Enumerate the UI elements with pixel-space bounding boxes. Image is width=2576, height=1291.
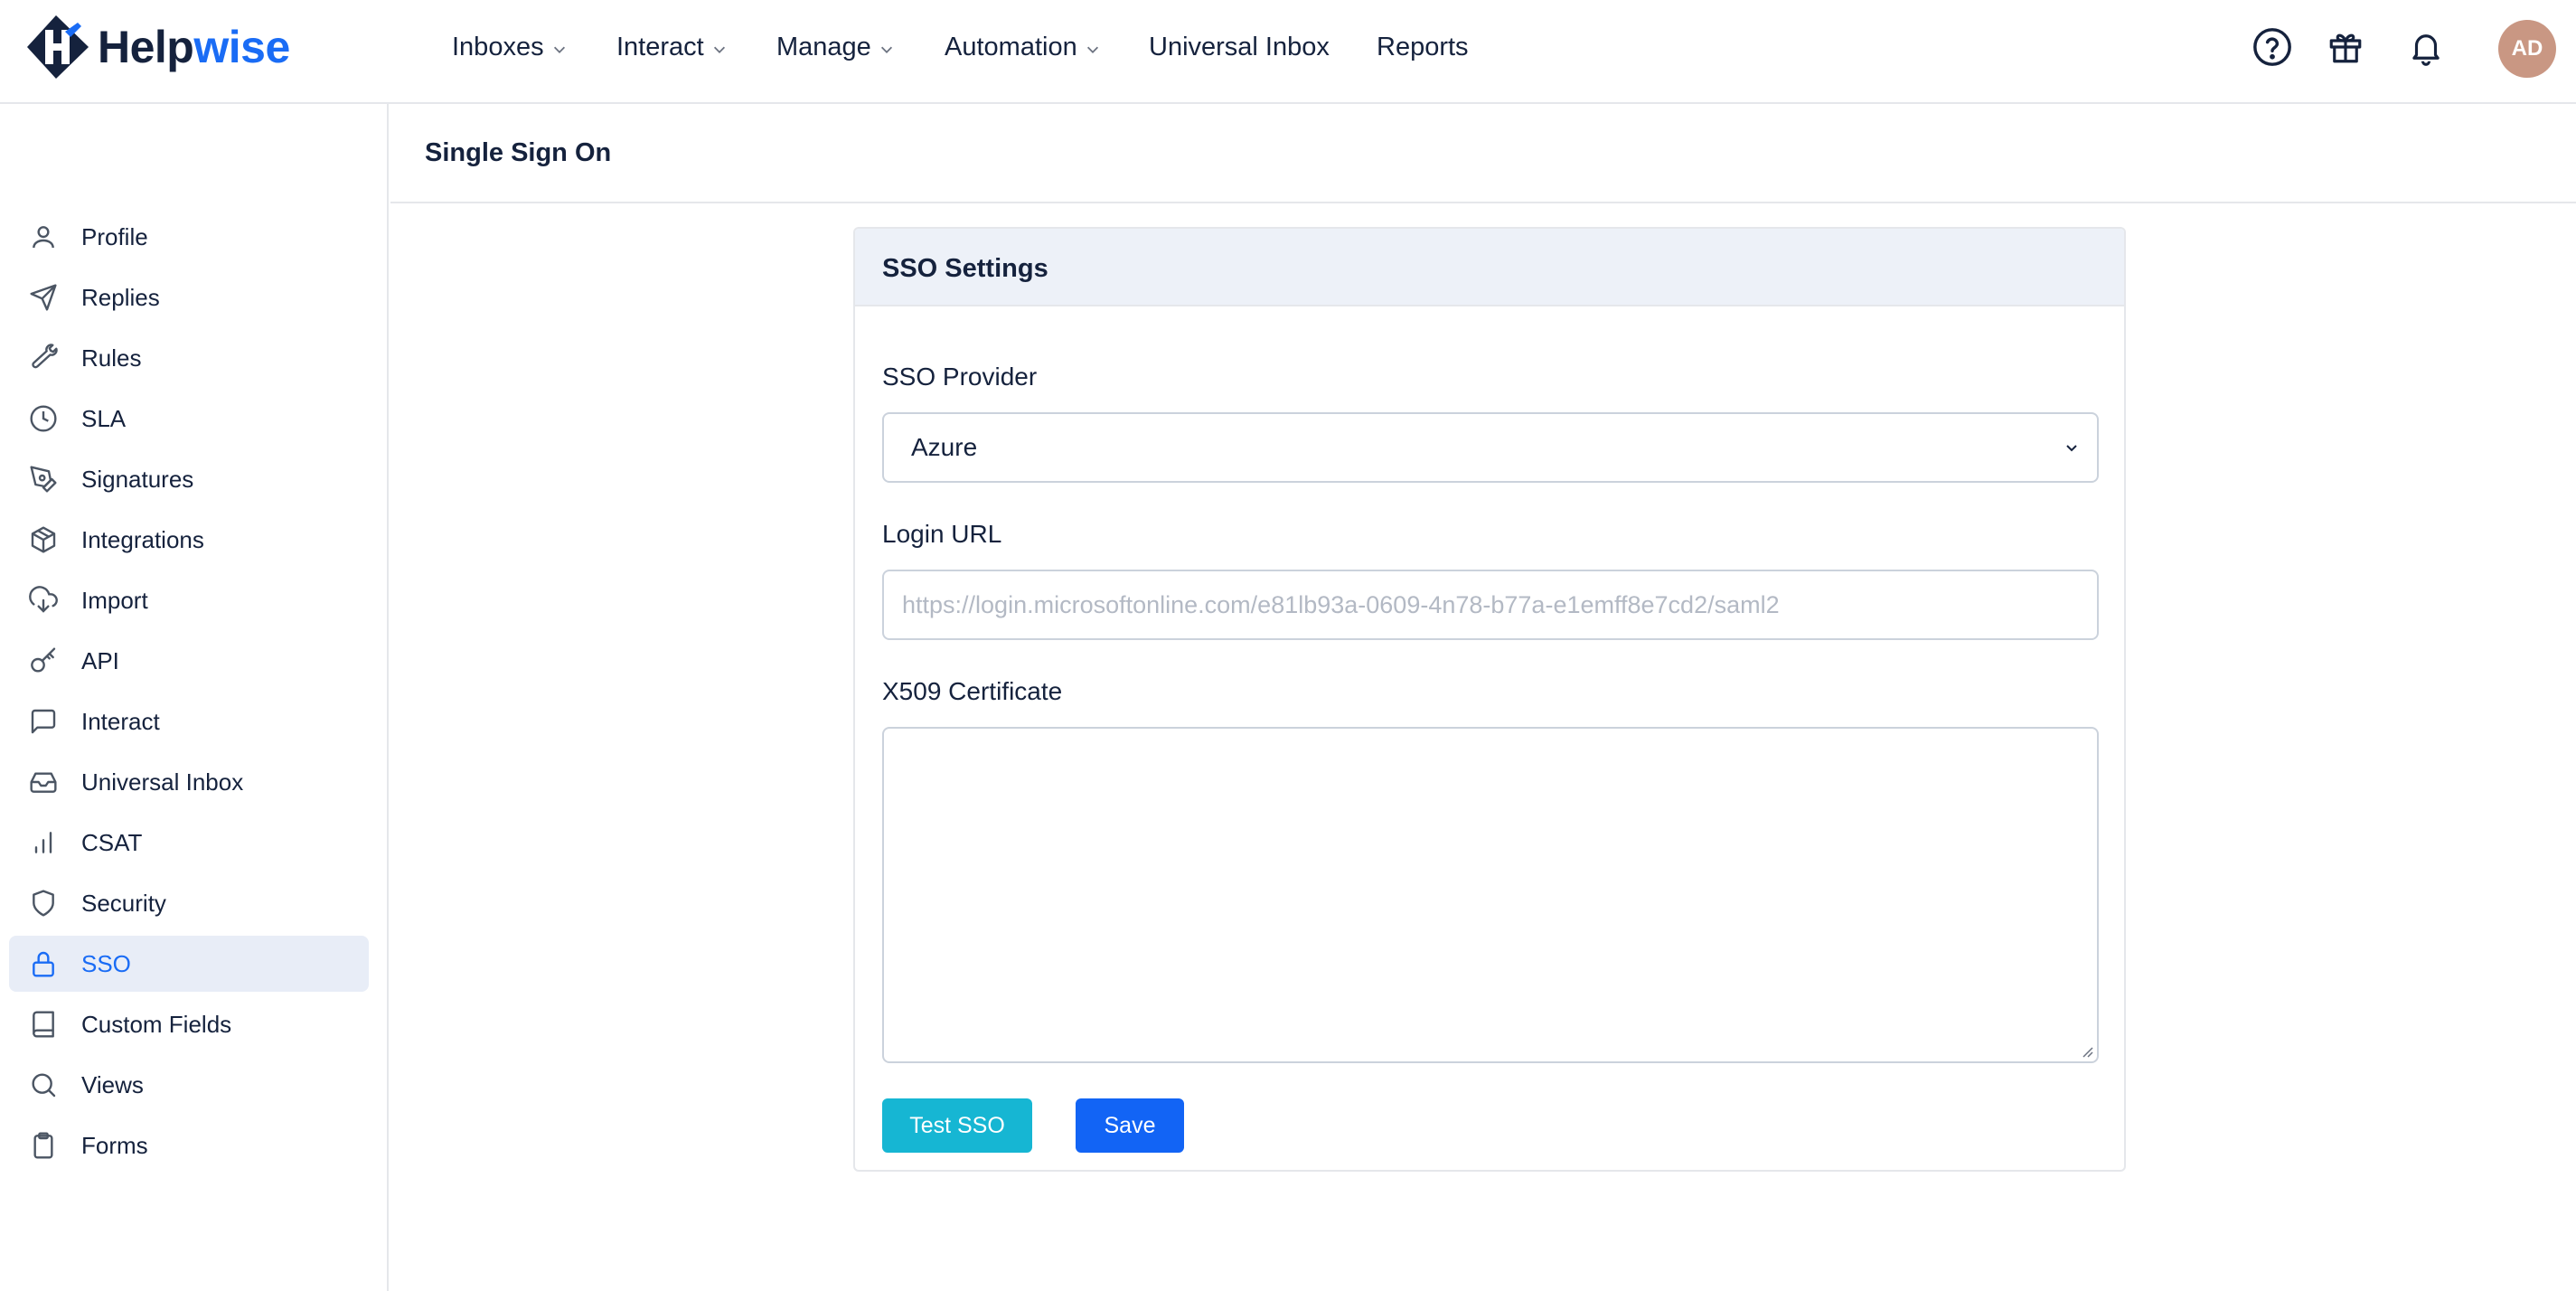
nav-manage-label: Manage (776, 32, 871, 61)
clipboard-icon (27, 1129, 60, 1162)
sidebar-item-csat[interactable]: CSAT (9, 815, 369, 871)
sidebar-item-integrations[interactable]: Integrations (9, 512, 369, 568)
sidebar-item-replies[interactable]: Replies (9, 269, 369, 325)
helpwise-logo-icon (27, 15, 89, 79)
card-title: SSO Settings (882, 254, 1048, 283)
resize-handle-icon[interactable] (2079, 1043, 2093, 1058)
package-icon (27, 523, 60, 556)
chevron-down-icon (553, 46, 565, 53)
sidebar-item-label: Views (81, 1070, 144, 1098)
shield-icon (27, 887, 60, 919)
user-icon (27, 221, 60, 253)
sso-settings-card: SSO Settings SSO Provider Azure Login UR… (853, 227, 2126, 1172)
logo-text: Helpwise (98, 22, 290, 72)
sidebar-item-import[interactable]: Import (9, 572, 369, 628)
book-icon (27, 1008, 60, 1041)
help-circle-icon[interactable] (2251, 25, 2294, 69)
sidebar-item-label: Security (81, 889, 166, 917)
sso-provider-select[interactable]: Azure (882, 412, 2099, 483)
clock-icon (27, 402, 60, 435)
settings-sidebar: Profile Replies Rules SLA Signatures Int… (0, 104, 389, 1291)
inbox-icon (27, 766, 60, 798)
cloud-download-icon (27, 584, 60, 617)
sidebar-item-label: Signatures (81, 465, 194, 493)
top-navbar: Helpwise Inboxes Interact Manage Automat… (0, 0, 2576, 104)
sidebar-item-rules[interactable]: Rules (9, 330, 369, 386)
send-icon (27, 281, 60, 314)
sidebar-item-views[interactable]: Views (9, 1057, 369, 1113)
search-icon (27, 1069, 60, 1101)
sidebar-item-label: CSAT (81, 828, 143, 856)
sidebar-item-forms[interactable]: Forms (9, 1117, 369, 1173)
nav-automation[interactable]: Automation (945, 0, 1101, 94)
user-avatar[interactable]: AD (2498, 20, 2556, 78)
nav-inboxes[interactable]: Inboxes (452, 0, 568, 94)
sidebar-item-label: Custom Fields (81, 1010, 232, 1038)
sidebar-item-label: SSO (81, 949, 131, 977)
nav-universal-inbox[interactable]: Universal Inbox (1149, 0, 1330, 94)
sidebar-item-label: Forms (81, 1131, 148, 1159)
sidebar-item-label: Rules (81, 344, 142, 372)
message-square-icon (27, 705, 60, 738)
wrench-icon (27, 342, 60, 374)
sidebar-item-label: Interact (81, 707, 160, 735)
chevron-down-icon (713, 46, 725, 53)
sidebar-item-security[interactable]: Security (9, 875, 369, 931)
sidebar-item-label: Profile (81, 222, 148, 250)
nav-reports[interactable]: Reports (1377, 0, 1469, 94)
sidebar-item-label: Universal Inbox (81, 768, 244, 796)
lock-icon (27, 947, 60, 980)
sidebar-item-label: SLA (81, 404, 127, 432)
sidebar-item-label: API (81, 646, 119, 674)
nav-reports-label: Reports (1377, 32, 1469, 61)
x509-certificate-label: X509 Certificate (882, 677, 1063, 705)
sidebar-item-label: Import (81, 586, 148, 614)
chevron-down-icon (2066, 445, 2077, 452)
helpwise-logo[interactable]: Helpwise (25, 14, 290, 80)
nav-universal-inbox-label: Universal Inbox (1149, 32, 1330, 61)
key-icon (27, 645, 60, 677)
bar-chart-icon (27, 826, 60, 859)
sidebar-item-universal-inbox[interactable]: Universal Inbox (9, 754, 369, 810)
card-header: SSO Settings (855, 229, 2124, 306)
login-url-label: Login URL (882, 520, 1002, 548)
sidebar-item-sla[interactable]: SLA (9, 391, 369, 447)
bell-icon[interactable] (2404, 25, 2448, 69)
pen-tool-icon (27, 463, 60, 495)
nav-interact[interactable]: Interact (616, 0, 728, 94)
sso-provider-value: Azure (911, 433, 978, 461)
x509-certificate-textarea[interactable] (882, 727, 2099, 1063)
nav-automation-label: Automation (945, 32, 1077, 61)
chevron-down-icon (880, 46, 892, 53)
gift-icon[interactable] (2324, 25, 2367, 69)
chevron-down-icon (1086, 46, 1098, 53)
nav-interact-label: Interact (616, 32, 704, 61)
sidebar-item-custom-fields[interactable]: Custom Fields (9, 996, 369, 1052)
nav-manage[interactable]: Manage (776, 0, 895, 94)
login-url-input[interactable]: https://login.microsoftonline.com/e81lb9… (882, 570, 2099, 640)
page-header: Single Sign On (390, 106, 2576, 203)
sidebar-item-signatures[interactable]: Signatures (9, 451, 369, 507)
sidebar-item-api[interactable]: API (9, 633, 369, 689)
sidebar-item-profile[interactable]: Profile (9, 209, 369, 265)
save-button[interactable]: Save (1076, 1098, 1184, 1153)
test-sso-button[interactable]: Test SSO (882, 1098, 1032, 1153)
nav-inboxes-label: Inboxes (452, 32, 544, 61)
sidebar-item-label: Replies (81, 283, 160, 311)
sidebar-item-sso[interactable]: SSO (9, 936, 369, 992)
sidebar-item-interact[interactable]: Interact (9, 693, 369, 749)
sso-provider-label: SSO Provider (882, 363, 1038, 391)
sidebar-item-label: Integrations (81, 525, 204, 553)
page-title: Single Sign On (425, 138, 612, 167)
